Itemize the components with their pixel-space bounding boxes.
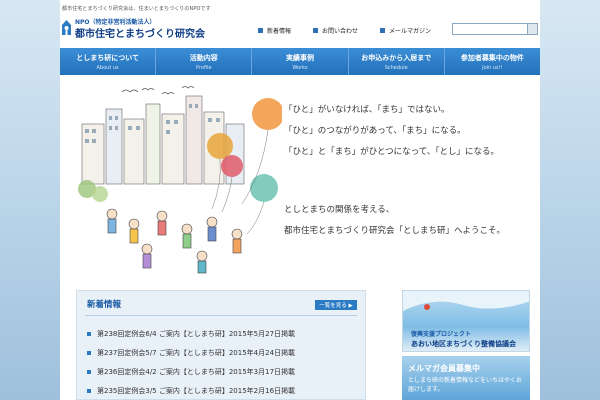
nav-profile-label: 活動内容: [189, 53, 218, 62]
link-news[interactable]: 新着情報: [258, 26, 291, 35]
link-contact[interactable]: お問い合わせ: [313, 26, 358, 35]
bullet-icon: [87, 388, 91, 393]
top-links: 新着情報 お問い合わせ メールマガジン: [258, 26, 453, 35]
news-item[interactable]: 第236回定例会4/2 ご案内【としまち研】2015年3月17日掲載: [87, 362, 357, 381]
nav-schedule-sub: Schedule: [384, 64, 408, 71]
news-divider: [85, 315, 357, 316]
news-item-text: 第238回定例会6/4 ご案内【としまち研】2015年5月27日掲載: [97, 329, 296, 338]
link-news-label: 新着情報: [267, 28, 292, 35]
banner1-subtitle: 復興支援プロジェクト: [411, 331, 472, 338]
news-list: 第238回定例会6/4 ご案内【としまち研】2015年5月27日掲載 第237回…: [87, 324, 357, 400]
hero-line: 「ひと」と「まち」がひとつになって、「とし」になる。: [284, 147, 500, 157]
hero-message: 「ひと」がいなければ、「まち」ではない。 「ひと」のつながりがあって、「まち」に…: [284, 100, 534, 163]
banner1-title: あおい地区まちづくり整備協議会: [411, 340, 516, 348]
logo-title: 都市住宅とまちづくり研究会: [75, 29, 205, 40]
link-mailmagazine[interactable]: メールマガジン: [380, 26, 431, 35]
logo-mark-icon: [60, 17, 73, 37]
hero-line: 「ひと」がいなければ、「まち」ではない。: [284, 105, 450, 115]
link-contact-label: お問い合わせ: [322, 28, 359, 35]
site-logo[interactable]: NPO（特定非営利活動法人） 都市住宅とまちづくり研究会: [60, 15, 220, 40]
welcome-message: としとまちの関係を考える、 都市住宅とまちづくり研究会「としまち研」へようこそ。: [284, 200, 534, 242]
nav-about-label: としまち研について: [76, 53, 139, 62]
nav-profile[interactable]: 活動内容 Profile: [156, 48, 253, 75]
news-item-text: 第235回定例会3/5 ご案内【としまち研】2015年2月16日掲載: [97, 386, 296, 395]
bullet-icon: [313, 28, 319, 33]
nav-join-sub: Join us!!: [482, 64, 503, 71]
nav-profile-sub: Profile: [196, 64, 212, 71]
welcome-line: としとまちの関係を考える、: [284, 205, 395, 215]
nav-join[interactable]: 参加者募集中の物件 Join us!!: [444, 48, 541, 75]
news-title: 新着情報: [87, 300, 122, 310]
news-item[interactable]: 第235回定例会3/5 ご案内【としまち研】2015年2月16日掲載: [87, 381, 357, 400]
nav-works[interactable]: 実績事例 Works: [252, 48, 349, 75]
page-container: 都市住宅とまちづくり研究会は、住まいとまちづくりのNPOです NPO（特定非営利…: [60, 0, 541, 400]
news-item[interactable]: 第238回定例会6/4 ご案内【としまち研】2015年5月27日掲載: [87, 324, 357, 343]
bullet-icon: [87, 331, 91, 336]
nav-works-sub: Works: [292, 64, 308, 71]
hero-line: 「ひと」のつながりがあって、「まち」になる。: [284, 126, 466, 136]
nav-about[interactable]: としまち研について About us: [60, 48, 157, 75]
background-right: [540, 0, 600, 400]
link-mailmagazine-label: メールマガジン: [389, 28, 432, 35]
banner-mailmagazine[interactable]: メルマガ会員募集中 としまち研の新着情報などをいちはやくお届けします。: [402, 356, 530, 400]
banner2-title: メルマガ会員募集中: [408, 364, 480, 373]
nav-works-label: 実績事例: [286, 53, 314, 62]
hero-illustration: [78, 86, 282, 274]
search-button[interactable]: [527, 24, 537, 34]
nav-schedule[interactable]: お申込みから入居まで Schedule: [348, 48, 445, 75]
news-item[interactable]: 第237回定例会5/7 ご案内【としまち研】2015年4月24日掲載: [87, 343, 357, 362]
main-nav: としまち研について About us 活動内容 Profile 実績事例 Wor…: [60, 48, 541, 75]
site-tagline: 都市住宅とまちづくり研究会は、住まいとまちづくりのNPOです: [62, 6, 211, 12]
welcome-line: 都市住宅とまちづくり研究会「としまち研」へようこそ。: [284, 226, 506, 236]
news-more-button[interactable]: 一覧を見る ▶: [315, 300, 357, 310]
news-panel: 新着情報 一覧を見る ▶ 第238回定例会6/4 ご案内【としまち研】2015年…: [76, 290, 366, 400]
search-input[interactable]: [455, 25, 525, 33]
banner2-text: としまち研の新着情報などをいちはやくお届けします。: [408, 377, 523, 393]
bullet-icon: [87, 350, 91, 355]
bullet-icon: [87, 369, 91, 374]
nav-about-sub: About us: [96, 64, 119, 71]
map-illustration-icon: [403, 291, 529, 311]
bullet-icon: [258, 28, 263, 33]
search-box: [452, 23, 538, 35]
news-item-text: 第237回定例会5/7 ご案内【としまち研】2015年4月24日掲載: [97, 348, 296, 357]
background-left: [0, 0, 60, 400]
news-item-text: 第236回定例会4/2 ご案内【としまち研】2015年3月17日掲載: [97, 367, 296, 376]
nav-join-label: 参加者募集中の物件: [460, 53, 524, 62]
banner-reconstruction-project[interactable]: 復興支援プロジェクト あおい地区まちづくり整備協議会: [402, 290, 530, 352]
nav-schedule-label: お申込みから入居まで: [361, 53, 432, 62]
bullet-icon: [380, 28, 386, 33]
